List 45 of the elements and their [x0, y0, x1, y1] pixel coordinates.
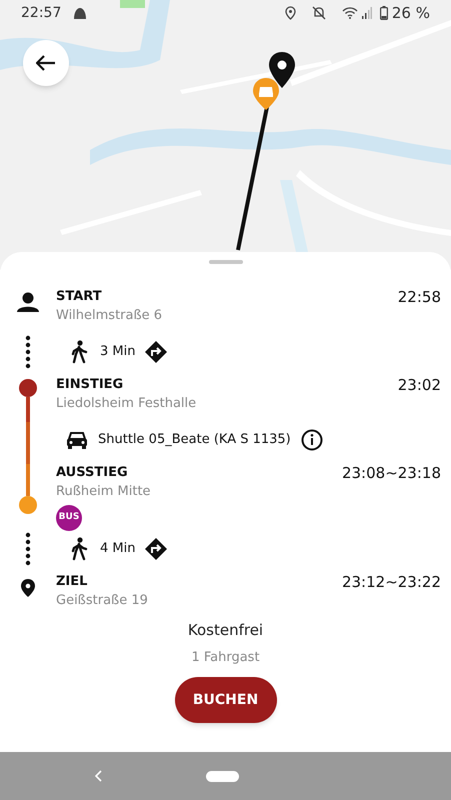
dotted-connector-icon [25, 532, 31, 566]
home-pill[interactable] [206, 770, 239, 782]
stop-time: 23:08~23:18 [342, 464, 441, 482]
directions-icon[interactable] [145, 341, 168, 363]
alighting-dot-icon [19, 496, 37, 514]
muted-bell-icon [312, 6, 326, 20]
passenger-count: 1 Fahrgast [191, 648, 260, 666]
stop-time: 23:02 [398, 376, 441, 394]
directions-icon[interactable] [145, 538, 168, 560]
stop-address: Liedolsheim Festhalle [56, 395, 198, 413]
battery-percentage: 26 % [392, 2, 430, 24]
location-icon [284, 6, 296, 20]
bus-badge: BUS [56, 505, 82, 531]
destination-pin-icon [268, 52, 296, 88]
back-arrow-icon [36, 55, 56, 71]
wifi-icon [342, 7, 358, 19]
drag-handle[interactable] [208, 260, 242, 264]
stop-label: START [56, 288, 102, 306]
info-icon[interactable] [300, 429, 323, 451]
stop-time: 23:12~23:22 [342, 573, 441, 591]
battery-icon [380, 6, 388, 20]
walking-icon [70, 340, 88, 364]
walking-icon [70, 537, 88, 561]
location-pin-icon [21, 579, 35, 597]
car-icon [66, 431, 88, 449]
status-time: 22:57 [21, 4, 62, 22]
stop-address: Wilhelmstraße 6 [56, 307, 164, 325]
boarding-dot-icon [19, 379, 37, 397]
price-label: Kostenfrei [188, 620, 264, 641]
stop-time: 22:58 [398, 288, 441, 306]
stop-label: EINSTIEG [56, 376, 124, 394]
walk-duration: 4 Min [100, 540, 136, 558]
person-icon [17, 292, 39, 312]
stop-label: AUSSTIEG [56, 464, 128, 482]
vehicle-name: Shuttle 05_Beate (KA S 1135) [98, 431, 291, 450]
back-nav-icon[interactable] [95, 770, 103, 782]
book-button[interactable]: BUCHEN [174, 677, 276, 723]
vehicle-pin-icon [252, 78, 280, 110]
dotted-connector-icon [25, 335, 31, 369]
stop-label: ZIEL [56, 573, 88, 591]
notification-icon [73, 7, 88, 19]
stop-address: Rußheim Mitte [56, 483, 152, 501]
signal-icon [362, 7, 372, 19]
stop-address: Geißstraße 19 [56, 592, 149, 610]
walk-duration: 3 Min [100, 343, 136, 362]
